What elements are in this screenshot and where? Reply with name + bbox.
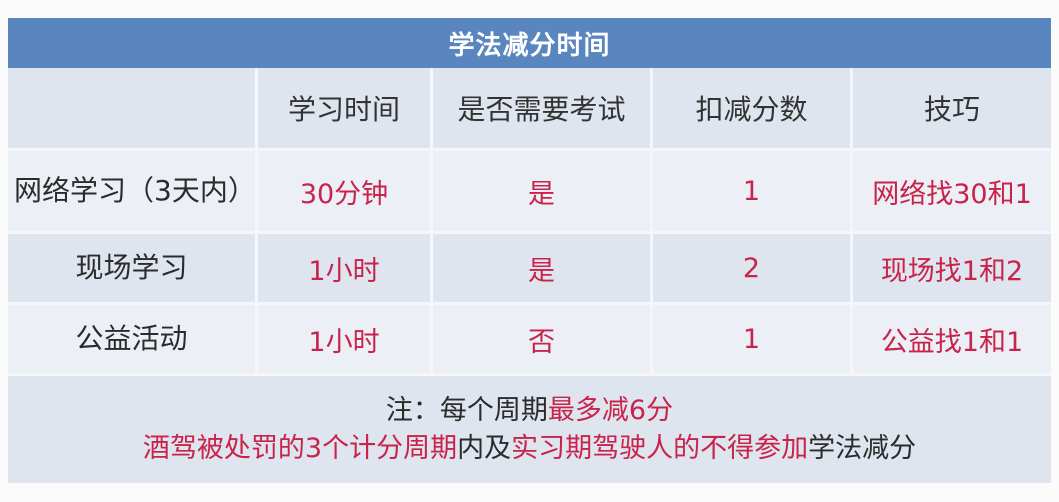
footnote-connector: 内及 (457, 432, 512, 464)
points-cell: 1 (653, 305, 853, 376)
tip-cell: 公益找1和1 (853, 305, 1051, 376)
exam-cell: 是 (433, 151, 653, 234)
header-row: 学习时间 是否需要考试 扣减分数 技巧 (8, 68, 1051, 151)
header-exam-required: 是否需要考试 (433, 68, 653, 151)
table-row: 现场学习 1小时 是 2 现场找1和2 (8, 234, 1051, 305)
row-label: 网络学习（3天内） (8, 151, 258, 234)
header-empty (8, 68, 258, 151)
points-cell: 1 (653, 151, 853, 234)
footnote-line-1: 注：每个周期最多减6分 (386, 392, 673, 430)
data-table: 学习时间 是否需要考试 扣减分数 技巧 网络学习（3天内） 30分钟 是 1 网… (8, 68, 1051, 376)
footnote-suffix: 学法减分 (808, 432, 917, 464)
footnote-drunk-driving: 酒驾被处罚的3个计分周期 (142, 432, 458, 464)
study-time-cell: 1小时 (258, 234, 433, 305)
exam-cell: 否 (433, 305, 653, 376)
header-study-time: 学习时间 (258, 68, 433, 151)
row-label: 现场学习 (8, 234, 258, 305)
footnote: 注：每个周期最多减6分 酒驾被处罚的3个计分周期内及实习期驾驶人的不得参加学法减… (8, 376, 1051, 483)
deduction-table: 学法减分时间 学习时间 是否需要考试 扣减分数 技巧 网络学习（3天内） 30分… (8, 18, 1051, 494)
footnote-prefix: 注：每个周期 (385, 394, 548, 426)
header-tips: 技巧 (853, 68, 1051, 151)
study-time-cell: 30分钟 (258, 151, 433, 234)
table-row: 公益活动 1小时 否 1 公益找1和1 (8, 305, 1051, 376)
points-cell: 2 (653, 234, 853, 305)
table-row: 网络学习（3天内） 30分钟 是 1 网络找30和1 (8, 151, 1051, 234)
tip-cell: 现场找1和2 (853, 234, 1051, 305)
footnote-probation: 实习期驾驶人的不得参加 (511, 432, 809, 464)
table-title: 学法减分时间 (8, 18, 1051, 68)
footnote-line-2: 酒驾被处罚的3个计分周期内及实习期驾驶人的不得参加学法减分 (143, 430, 916, 468)
exam-cell: 是 (433, 234, 653, 305)
header-points: 扣减分数 (653, 68, 853, 151)
footnote-max-deduction: 最多减6分 (547, 394, 674, 426)
study-time-cell: 1小时 (258, 305, 433, 376)
row-label: 公益活动 (8, 305, 258, 376)
tip-cell: 网络找30和1 (853, 151, 1051, 234)
